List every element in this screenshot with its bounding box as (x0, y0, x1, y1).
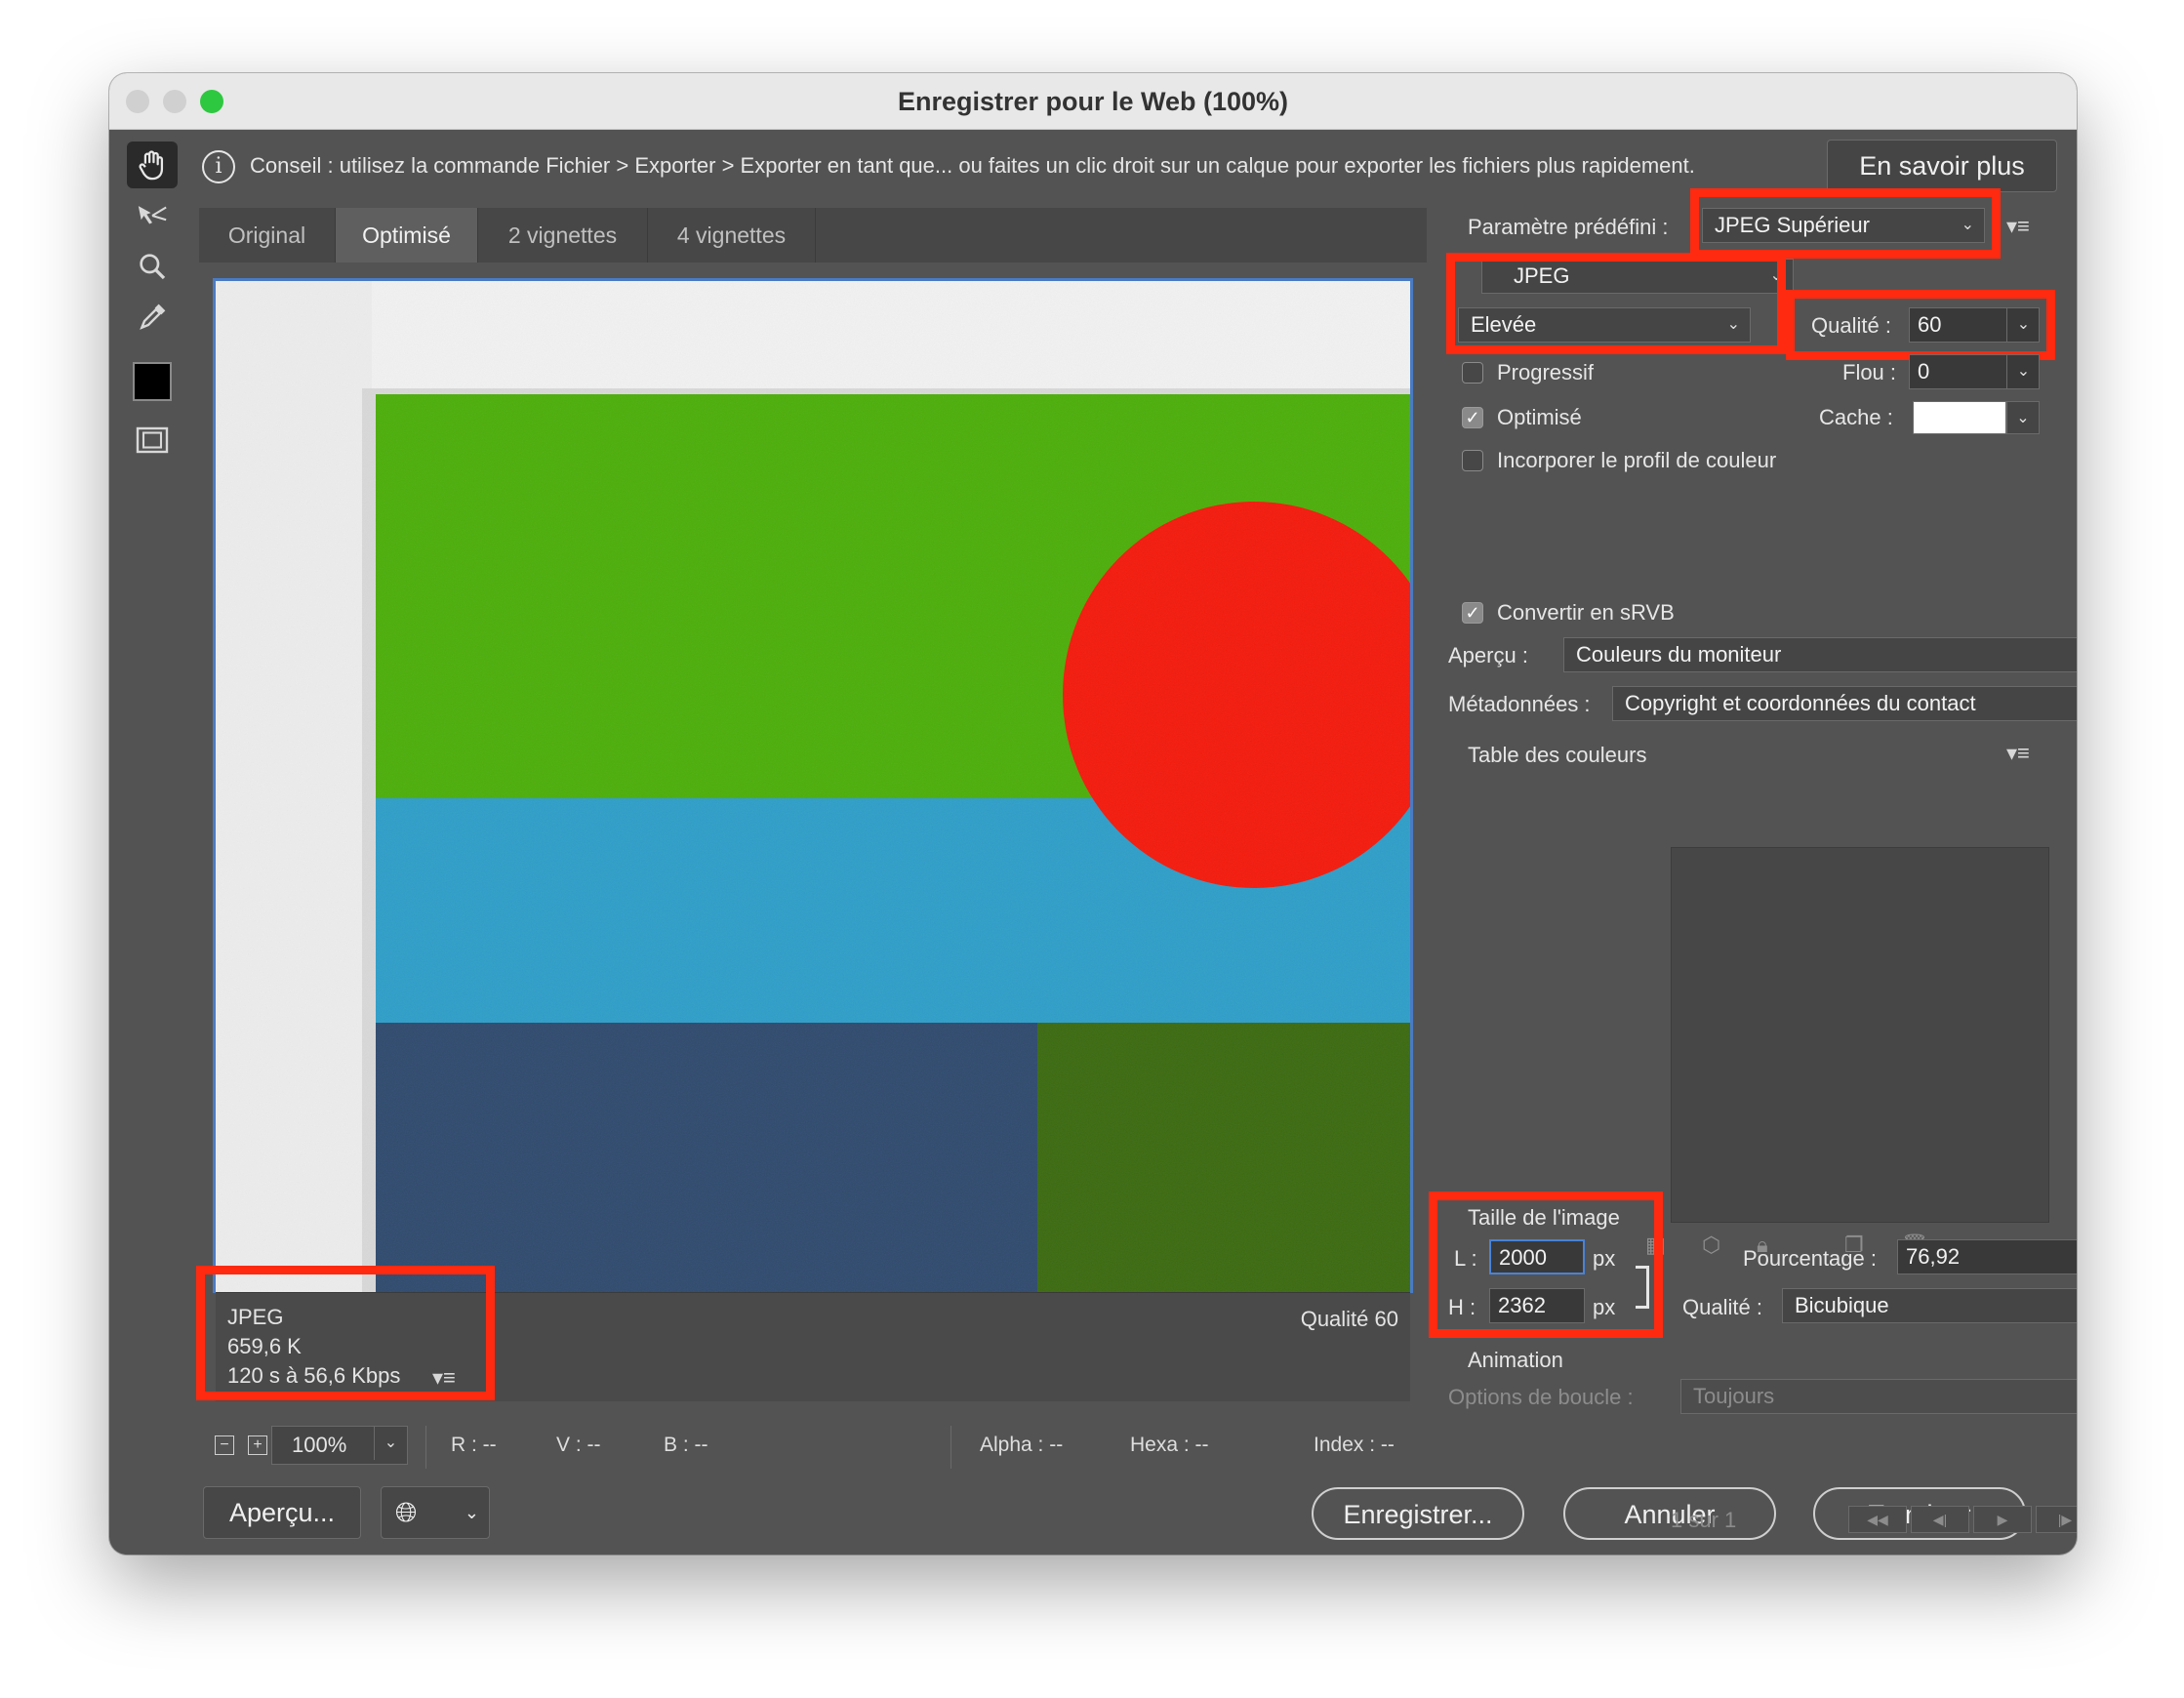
info-icon: i (202, 150, 235, 183)
readout-b: B : -- (664, 1434, 708, 1456)
info-quality: Qualité 60 (1300, 1307, 1398, 1331)
browser-preview-button[interactable]: 🌐︎ ⌄ (381, 1486, 490, 1539)
zoom-in-button[interactable]: + (248, 1435, 267, 1455)
slice-select-tool-icon[interactable] (127, 192, 178, 239)
painting-preview (216, 281, 1410, 1292)
first-frame-button[interactable]: ◀◀ (1848, 1506, 1907, 1533)
resample-quality-label: Qualité : (1682, 1295, 1762, 1319)
readout-r: R : -- (451, 1434, 497, 1456)
tab-4-up[interactable]: 4 vignettes (648, 208, 816, 263)
color-table-label: Table des couleurs (1468, 743, 1647, 767)
progressive-checkbox[interactable] (1462, 362, 1483, 384)
map-to-transparent-icon[interactable]: ▦ (1645, 1233, 1666, 1258)
loop-options-select[interactable]: Toujours⌄ (1680, 1379, 2077, 1414)
chevron-down-icon: ⌄ (1961, 217, 1974, 233)
preview-pane[interactable]: JPEG 659,6 K 120 s à 56,6 Kbps ▾≡ Qualit… (213, 278, 1413, 1401)
zoom-out-button[interactable]: − (215, 1435, 234, 1455)
compression-select[interactable]: Elevée ⌄ (1458, 307, 1751, 343)
web-shift-icon[interactable]: ⬡ (1702, 1233, 1720, 1258)
metadata-label: Métadonnées : (1448, 692, 1591, 716)
resample-quality-select[interactable]: Bicubique⌄ (1782, 1288, 2077, 1323)
window-title: Enregistrer pour le Web (100%) (897, 87, 1289, 116)
chevron-down-icon: ⌄ (1726, 316, 1740, 333)
browser-globe-icon: 🌐︎ (395, 1497, 418, 1527)
embed-profile-label: Incorporer le profil de couleur (1497, 448, 1777, 472)
tab-optimized[interactable]: Optimisé (336, 208, 478, 263)
chevron-down-icon: ⌄ (464, 1503, 479, 1522)
link-constrain-icon[interactable] (1636, 1266, 1649, 1309)
width-unit: px (1593, 1246, 1616, 1271)
eyedropper-tool-icon[interactable] (127, 294, 178, 341)
optimization-info: JPEG 659,6 K 120 s à 56,6 Kbps ▾≡ Qualit… (216, 1292, 1410, 1401)
chevron-down-icon: ⌄ (374, 1427, 407, 1460)
animation-controls: 1 sur 1 ◀◀ ◀| ▶ |▶ ▶▶ (1557, 1502, 2077, 1543)
preview-mode-select[interactable]: Couleurs du moniteur⌄ (1563, 637, 2077, 672)
zoom-tool-icon[interactable] (127, 243, 178, 290)
chevron-down-icon[interactable]: ⌄ (2006, 355, 2040, 388)
info-format: JPEG (227, 1305, 284, 1329)
color-table-menu-icon[interactable]: ▾≡ (2006, 741, 2030, 766)
convert-srgb-label: Convertir en sRVB (1497, 600, 1675, 625)
convert-srgb-checkbox[interactable]: ✓ (1462, 602, 1483, 624)
chevron-down-icon[interactable]: ⌄ (2006, 308, 2040, 342)
width-input[interactable]: 2000 (1489, 1239, 1585, 1274)
title-bar: Enregistrer pour le Web (100%) (109, 73, 2077, 130)
learn-more-button[interactable]: En savoir plus (1827, 140, 2057, 192)
preset-label: Paramètre prédéfini : (1468, 215, 1669, 239)
tab-2-up[interactable]: 2 vignettes (478, 208, 648, 263)
status-bar: − + 100% ⌄ R : -- V : -- B : -- Alpha : -… (199, 1420, 1427, 1473)
speed-menu-icon[interactable]: ▾≡ (432, 1365, 456, 1391)
format-select[interactable]: JPEG ⌄ (1481, 259, 1794, 294)
save-button[interactable]: Enregistrer... (1312, 1487, 1524, 1540)
preview-button[interactable]: Aperçu... (203, 1486, 361, 1539)
readout-v: V : -- (556, 1434, 601, 1456)
chevron-down-icon[interactable]: ⌄ (2006, 401, 2040, 434)
readout-hexa: Hexa : -- (1130, 1434, 1209, 1456)
metadata-select[interactable]: Copyright et coordonnées du contact⌄ (1612, 686, 2077, 721)
tab-original[interactable]: Original (199, 208, 336, 263)
optimized-checkbox[interactable]: ✓ (1462, 407, 1483, 428)
toggle-slices-icon[interactable] (127, 417, 178, 464)
progressive-label: Progressif (1497, 360, 1595, 384)
optimized-label: Optimisé (1497, 405, 1582, 429)
info-size: 659,6 K (227, 1334, 302, 1358)
quality-label: Qualité : (1811, 313, 1891, 338)
blur-label: Flou : (1842, 360, 1897, 384)
preset-menu-icon[interactable]: ▾≡ (2006, 214, 2030, 239)
height-label: H : (1448, 1295, 1476, 1319)
preview-mode-label: Aperçu : (1448, 643, 1528, 667)
color-table[interactable] (1671, 847, 2049, 1223)
eyedropper-color-swatch[interactable] (127, 358, 178, 405)
separator (425, 1426, 426, 1469)
hand-tool-icon[interactable] (127, 142, 178, 188)
view-tabs: Original Optimisé 2 vignettes 4 vignette… (199, 208, 1427, 263)
tip-text: Conseil : utilisez la commande Fichier >… (250, 153, 1695, 178)
previous-frame-button[interactable]: ◀| (1911, 1506, 1969, 1533)
zoom-select[interactable]: 100% ⌄ (271, 1426, 408, 1465)
percent-input[interactable]: 76,92 (1897, 1239, 2077, 1274)
readout-alpha: Alpha : -- (980, 1434, 1064, 1456)
animation-title: Animation (1468, 1348, 1563, 1372)
save-for-web-dialog: Enregistrer pour le Web (100%) i Conseil… (109, 73, 2077, 1555)
image-size-title: Taille de l'image (1468, 1205, 1620, 1230)
height-unit: px (1593, 1295, 1616, 1319)
width-label: L : (1454, 1246, 1477, 1271)
separator (950, 1426, 951, 1469)
loop-options-label: Options de boucle : (1448, 1385, 1634, 1409)
preview-image[interactable] (216, 281, 1410, 1292)
height-input[interactable]: 2362 (1489, 1288, 1585, 1323)
info-speed: 120 s à 56,6 Kbps (227, 1363, 401, 1388)
embed-profile-checkbox[interactable] (1462, 450, 1483, 471)
play-button[interactable]: ▶ (1973, 1506, 2032, 1533)
readout-index: Index : -- (1314, 1434, 1395, 1456)
next-frame-button[interactable]: |▶ (2036, 1506, 2077, 1533)
matte-color-swatch[interactable] (1913, 401, 2006, 434)
preset-select[interactable]: JPEG Supérieur ⌄ (1702, 208, 1985, 243)
percent-label: Pourcentage : (1743, 1246, 1877, 1271)
chevron-down-icon: ⌄ (1769, 267, 1783, 284)
matte-label: Cache : (1819, 405, 1893, 429)
frame-counter: 1 sur 1 (1671, 1508, 1737, 1532)
